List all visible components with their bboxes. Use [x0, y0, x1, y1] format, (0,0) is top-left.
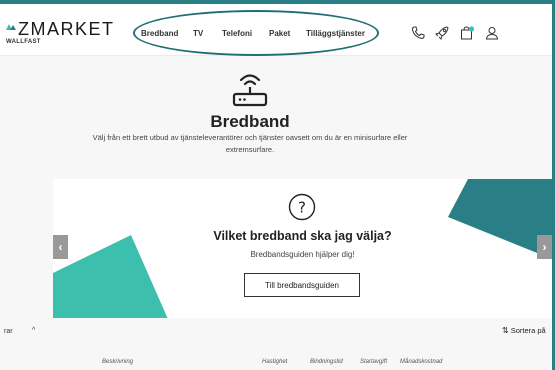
- logo-subtitle: WALLFAST: [6, 39, 41, 45]
- column-header: Startavgift: [360, 359, 388, 365]
- column-header: Beskrivning: [102, 359, 134, 365]
- logo-text: ZMARKET: [18, 19, 115, 39]
- nav-tv[interactable]: TV: [193, 29, 203, 38]
- site-header: ZMARKET WALLFAST Bredband TV Telefoni Pa…: [0, 4, 552, 56]
- nav-telefoni[interactable]: Telefoni: [222, 29, 252, 38]
- filter-label: rar: [4, 328, 13, 335]
- filter-collapse-icon[interactable]: ^: [32, 327, 35, 334]
- banner-title: Vilket bredband ska jag välja?: [213, 229, 392, 243]
- user-icon[interactable]: [484, 25, 500, 41]
- cart-icon[interactable]: [459, 25, 475, 41]
- column-header: Hastighet: [262, 359, 288, 365]
- sort-button[interactable]: ⇅ Sortera på: [502, 326, 546, 335]
- column-header: Månadskostnad: [400, 359, 443, 365]
- nav-bredband[interactable]: Bredband: [141, 29, 178, 38]
- nav-tillaggstjanster[interactable]: Tilläggstjänster: [306, 29, 365, 38]
- rocket-icon[interactable]: [434, 25, 450, 41]
- sort-icon: ⇅: [502, 326, 509, 335]
- logo-mark-icon: [6, 24, 16, 30]
- column-header: Bindningstid: [310, 359, 343, 365]
- carousel-next-button[interactable]: ›: [537, 235, 552, 259]
- carousel-prev-button[interactable]: ‹: [53, 235, 68, 259]
- decorative-shape-left: [53, 235, 168, 318]
- guide-banner: ? Vilket bredband ska jag välja? Bredban…: [53, 179, 552, 318]
- nav-paket[interactable]: Paket: [269, 29, 290, 38]
- router-icon: [232, 74, 268, 107]
- phone-icon[interactable]: [410, 25, 426, 41]
- sort-label: Sortera på: [510, 326, 546, 335]
- question-mark-icon: ?: [288, 193, 316, 221]
- svg-text:?: ?: [298, 199, 306, 217]
- page-title: Bredband: [210, 112, 290, 131]
- guide-button[interactable]: Till bredbandsguiden: [244, 273, 360, 297]
- banner-subtitle: Bredbandsguiden hjälper dig!: [250, 250, 355, 259]
- page-description: Välj från ett brett utbud av tjänsteleve…: [92, 133, 408, 154]
